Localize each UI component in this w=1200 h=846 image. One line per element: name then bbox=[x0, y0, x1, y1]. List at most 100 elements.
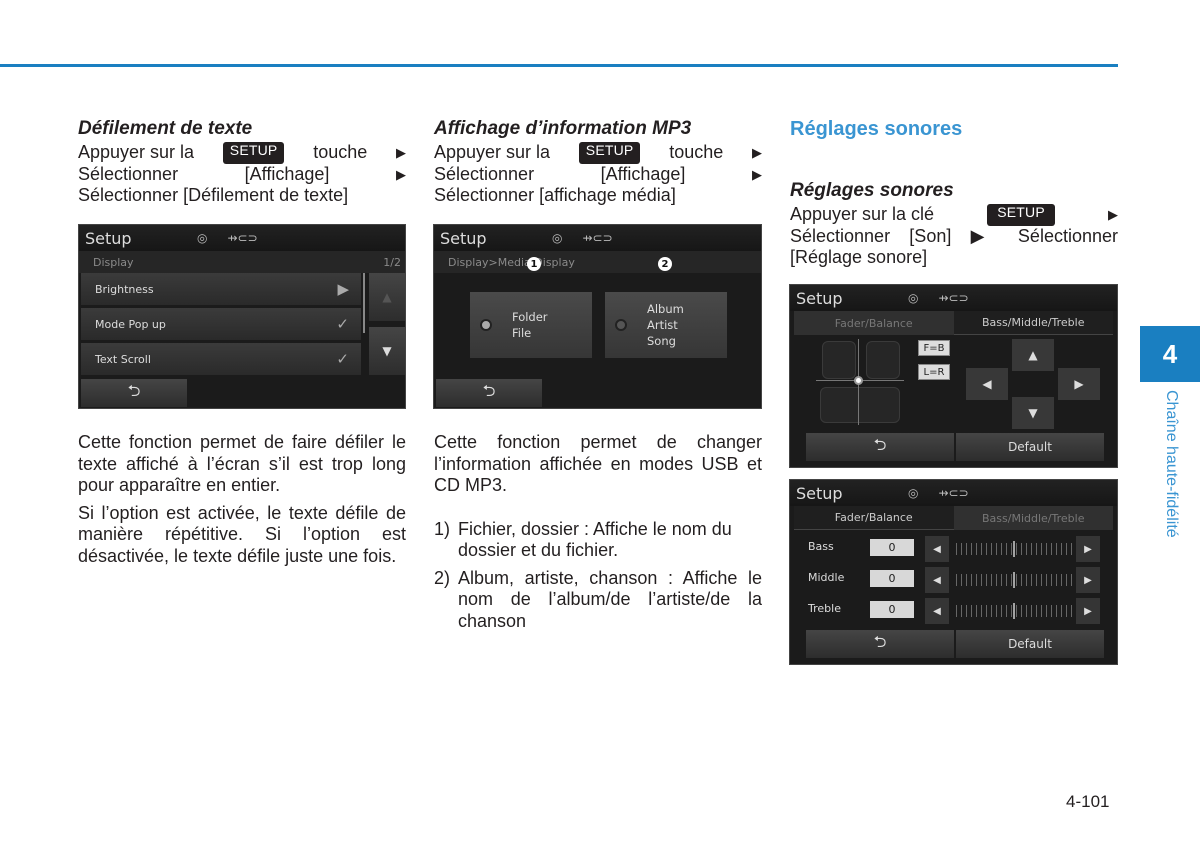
disc-icon: ◎ bbox=[552, 231, 563, 245]
column-text-scroll: Défilement de texte Appuyer sur la SETUP… bbox=[78, 116, 406, 207]
list-item-mode-popup[interactable]: Mode Pop up ✓ bbox=[81, 308, 361, 340]
tab-fader-balance[interactable]: Fader/Balance bbox=[794, 311, 954, 335]
instruction-text: Sélectionner bbox=[78, 163, 179, 184]
tab-bass-middle-treble[interactable]: Bass/Middle/Treble bbox=[953, 506, 1113, 530]
instruction-text: Appuyer sur la bbox=[434, 142, 551, 162]
usb-icon: ⇸⊂⊃ bbox=[938, 291, 969, 305]
screen-subtitle: Display bbox=[93, 255, 134, 269]
instruction-text: [Réglage sonore] bbox=[790, 247, 928, 267]
fader-up-button[interactable]: ▲ bbox=[1012, 339, 1054, 371]
seat-front-left bbox=[822, 341, 856, 379]
balance-left-button[interactable]: ◀ bbox=[966, 368, 1008, 400]
option-folder-file[interactable]: Folder File bbox=[470, 292, 592, 358]
paragraph: Cette fonction permet de faire défiler l… bbox=[78, 432, 406, 495]
top-rule bbox=[0, 64, 1118, 67]
setup-key-badge: SETUP bbox=[987, 204, 1055, 226]
callout-badge-1: 1 bbox=[527, 257, 541, 271]
chapter-title: Chaîne haute-fidélité bbox=[1163, 390, 1180, 538]
screen-title: Setup bbox=[85, 228, 132, 248]
list-item-text-scroll[interactable]: Text Scroll ✓ bbox=[81, 343, 361, 375]
arrow-right-icon: ▶ bbox=[396, 166, 406, 182]
arrow-right-icon: ▶ bbox=[337, 280, 349, 298]
screen-title: Setup bbox=[796, 288, 843, 308]
tab-fader-balance[interactable]: Fader/Balance bbox=[794, 506, 954, 530]
list-item-brightness[interactable]: Brightness ▶ bbox=[81, 273, 361, 305]
heading-mp3-info: Affichage d’information MP3 bbox=[434, 118, 692, 139]
setup-key-badge: SETUP bbox=[222, 142, 285, 164]
callout-badge-2: 2 bbox=[658, 257, 672, 271]
eq-slider[interactable] bbox=[956, 572, 1072, 588]
eq-increase-button[interactable]: ▶ bbox=[1076, 598, 1100, 624]
eq-increase-button[interactable]: ▶ bbox=[1076, 536, 1100, 562]
fader-down-button[interactable]: ▼ bbox=[1012, 397, 1054, 429]
balance-point-handle[interactable] bbox=[854, 376, 863, 385]
option-album-artist-song[interactable]: Album Artist Song bbox=[605, 292, 727, 358]
seat-rear bbox=[820, 387, 900, 423]
instruction-text: Sélectionner [Son] ▶ Sélectionner bbox=[790, 225, 1118, 246]
disc-icon: ◎ bbox=[908, 486, 919, 500]
instruction-text: [Affichage] bbox=[600, 163, 686, 184]
instruction-text: touche bbox=[313, 142, 368, 162]
arrow-right-icon: ▶ bbox=[752, 145, 762, 160]
paragraph: Cette fonction permet de changer l’infor… bbox=[434, 432, 762, 495]
balance-center-button[interactable]: L=R bbox=[918, 364, 950, 380]
list-item: 2) Album, artiste, chanson : Affiche le … bbox=[434, 567, 762, 631]
screen-display-settings: Setup ◎ ⇸⊂⊃ Display 1/2 Brightness ▶ Mod… bbox=[78, 224, 406, 409]
breadcrumb: Display>Media Display bbox=[448, 255, 575, 269]
column-sound-settings: Réglages sonores Réglages sonores Appuye… bbox=[790, 116, 1118, 269]
radio-selected[interactable] bbox=[480, 319, 492, 331]
chapter-number-tab: 4 bbox=[1140, 326, 1200, 382]
default-button[interactable]: Default bbox=[956, 433, 1104, 461]
eq-slider-handle[interactable] bbox=[1013, 572, 1015, 588]
column-mp3-info: Affichage d’information MP3 Appuyer sur … bbox=[434, 116, 762, 207]
eq-value: 0 bbox=[870, 570, 914, 587]
eq-decrease-button[interactable]: ◀ bbox=[925, 567, 949, 593]
seat-front-right bbox=[866, 341, 900, 379]
eq-slider[interactable] bbox=[956, 603, 1072, 619]
paragraph: Si l’option est activée, le texte défile… bbox=[78, 502, 406, 566]
back-button[interactable]: ⮌ bbox=[81, 379, 187, 407]
checkmark-icon[interactable]: ✓ bbox=[336, 315, 349, 333]
heading-sound-settings: Réglages sonores bbox=[790, 180, 954, 201]
checkmark-icon[interactable]: ✓ bbox=[336, 350, 349, 368]
fader-center-button[interactable]: F=B bbox=[918, 340, 950, 356]
disc-icon: ◎ bbox=[908, 291, 919, 305]
default-button[interactable]: Default bbox=[956, 630, 1104, 658]
usb-icon: ⇸⊂⊃ bbox=[938, 486, 969, 500]
scroll-up-button[interactable]: ▲ bbox=[369, 273, 405, 321]
eq-decrease-button[interactable]: ◀ bbox=[925, 536, 949, 562]
arrow-right-icon: ▶ bbox=[752, 166, 762, 182]
section-title: Réglages sonores bbox=[790, 118, 963, 140]
radio-unselected[interactable] bbox=[615, 319, 627, 331]
eq-label: Middle bbox=[808, 571, 845, 584]
screen-bass-middle-treble: Setup ◎ ⇸⊂⊃ Fader/Balance Bass/Middle/Tr… bbox=[789, 479, 1118, 665]
eq-slider[interactable] bbox=[956, 541, 1072, 557]
page-number: 4-101 bbox=[1066, 792, 1110, 811]
instruction-text: Sélectionner bbox=[434, 163, 535, 184]
instruction-text: Appuyer sur la bbox=[78, 142, 195, 162]
tab-bass-middle-treble[interactable]: Bass/Middle/Treble bbox=[953, 311, 1113, 335]
balance-right-button[interactable]: ▶ bbox=[1058, 368, 1100, 400]
instruction-text: Sélectionner [affichage média] bbox=[434, 185, 676, 205]
eq-slider-handle[interactable] bbox=[1013, 541, 1015, 557]
scroll-down-button[interactable]: ▼ bbox=[369, 327, 405, 375]
instruction-text: [Affichage] bbox=[244, 163, 330, 184]
eq-decrease-button[interactable]: ◀ bbox=[925, 598, 949, 624]
arrow-right-icon: ▶ bbox=[396, 145, 406, 160]
arrow-right-icon: ▶ bbox=[1107, 207, 1118, 222]
scrollbar[interactable] bbox=[363, 273, 365, 333]
screen-fader-balance: Setup ◎ ⇸⊂⊃ Fader/Balance Bass/Middle/Tr… bbox=[789, 284, 1118, 468]
back-button[interactable]: ⮌ bbox=[806, 630, 954, 658]
option-list: 1) Fichier, dossier : Affiche le nom du … bbox=[434, 519, 762, 633]
eq-slider-handle[interactable] bbox=[1013, 603, 1015, 619]
page-indicator: 1/2 bbox=[383, 255, 401, 269]
back-button[interactable]: ⮌ bbox=[436, 379, 542, 407]
eq-increase-button[interactable]: ▶ bbox=[1076, 567, 1100, 593]
list-item: 1) Fichier, dossier : Affiche le nom du … bbox=[434, 518, 732, 561]
back-button[interactable]: ⮌ bbox=[806, 433, 954, 461]
screen-media-display: Setup ◎ ⇸⊂⊃ Display>Media Display 1 2 Fo… bbox=[433, 224, 762, 409]
heading-text-scroll: Défilement de texte bbox=[78, 118, 253, 139]
eq-label: Treble bbox=[808, 602, 841, 615]
eq-value: 0 bbox=[870, 539, 914, 556]
usb-icon: ⇸⊂⊃ bbox=[227, 231, 258, 245]
